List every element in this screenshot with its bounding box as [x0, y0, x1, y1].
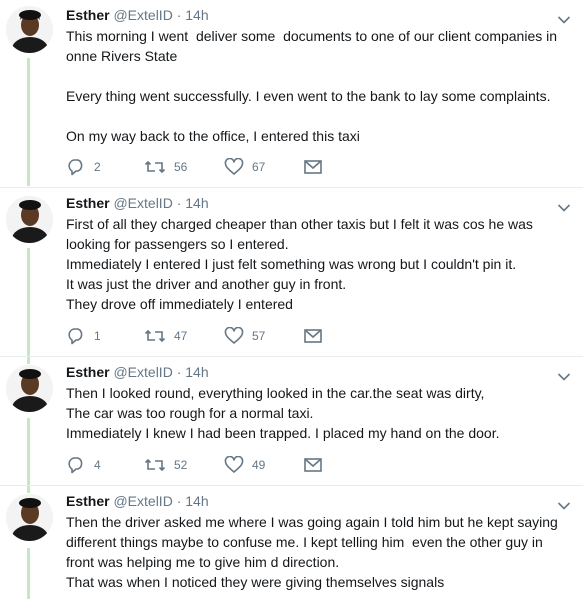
message-button[interactable] — [304, 160, 384, 174]
timestamp[interactable]: 14h — [185, 7, 208, 23]
heart-icon — [224, 327, 244, 345]
tweet-paragraph: On my way back to the office, I entered … — [66, 128, 360, 144]
avatar[interactable] — [6, 494, 53, 541]
author-handle[interactable]: @ExtelID — [113, 364, 172, 380]
tweet-header: Esther @ExtelID · 14h — [66, 363, 209, 381]
reply-count: 2 — [94, 160, 101, 174]
tweet-text: Then the driver asked me where I was goi… — [66, 512, 566, 592]
timestamp[interactable]: 14h — [185, 364, 208, 380]
tweet-thread: Esther @ExtelID · 14h This morning I wen… — [0, 0, 583, 599]
reply-icon — [66, 456, 86, 474]
envelope-icon — [304, 458, 322, 472]
tweet[interactable]: Esther @ExtelID · 14h Then I looked roun… — [0, 357, 583, 485]
author-name[interactable]: Esther — [66, 493, 110, 509]
reply-button[interactable]: 2 — [66, 158, 146, 176]
reply-icon — [66, 327, 86, 345]
retweet-count: 56 — [174, 160, 188, 174]
chevron-down-icon[interactable] — [557, 200, 571, 212]
chevron-down-icon[interactable] — [557, 12, 571, 24]
like-button[interactable]: 57 — [224, 327, 304, 345]
tweet-text: Then I looked round, everything looked i… — [66, 383, 566, 443]
envelope-icon — [304, 329, 322, 343]
tweet[interactable]: Esther @ExtelID · 14h First of all they … — [0, 188, 583, 356]
author-name[interactable]: Esther — [66, 364, 110, 380]
tweet-header: Esther @ExtelID · 14h — [66, 6, 209, 24]
author-handle[interactable]: @ExtelID — [113, 7, 172, 23]
retweet-button[interactable]: 52 — [144, 456, 224, 474]
like-count: 67 — [252, 160, 266, 174]
tweet-actions: 4 52 49 — [66, 455, 384, 475]
separator-dot: · — [176, 493, 182, 509]
reply-button[interactable]: 1 — [66, 327, 146, 345]
separator-dot: · — [176, 7, 182, 23]
retweet-icon — [144, 327, 166, 345]
tweet-text: This morning I went deliver some documen… — [66, 26, 566, 146]
separator-dot: · — [176, 364, 182, 380]
tweet-paragraph: Then the driver asked me where I was goi… — [66, 514, 558, 590]
retweet-count: 52 — [174, 458, 188, 472]
tweet[interactable]: Esther @ExtelID · 14h Then the driver as… — [0, 486, 583, 599]
avatar[interactable] — [6, 365, 53, 412]
tweet-paragraph: First of all they charged cheaper than o… — [66, 216, 533, 312]
envelope-icon — [304, 160, 322, 174]
retweet-icon — [144, 158, 166, 176]
retweet-button[interactable]: 47 — [144, 327, 224, 345]
timestamp[interactable]: 14h — [185, 493, 208, 509]
tweet-text: First of all they charged cheaper than o… — [66, 214, 566, 314]
retweet-button[interactable]: 56 — [144, 158, 224, 176]
heart-icon — [224, 158, 244, 176]
tweet[interactable]: Esther @ExtelID · 14h This morning I wen… — [0, 0, 583, 186]
tweet-paragraph: Every thing went successfully. I even we… — [66, 88, 551, 104]
chevron-down-icon[interactable] — [557, 369, 571, 381]
author-name[interactable]: Esther — [66, 195, 110, 211]
retweet-icon — [144, 456, 166, 474]
tweet-actions: 2 56 67 — [66, 157, 384, 177]
separator-dot: · — [176, 195, 182, 211]
message-button[interactable] — [304, 458, 384, 472]
author-handle[interactable]: @ExtelID — [113, 493, 172, 509]
reply-icon — [66, 158, 86, 176]
author-name[interactable]: Esther — [66, 7, 110, 23]
tweet-actions: 1 47 57 — [66, 326, 384, 346]
tweet-header: Esther @ExtelID · 14h — [66, 194, 209, 212]
reply-button[interactable]: 4 — [66, 456, 146, 474]
reply-count: 1 — [94, 329, 101, 343]
like-button[interactable]: 49 — [224, 456, 304, 474]
tweet-paragraph: This morning I went deliver some documen… — [66, 28, 558, 64]
tweet-paragraph: Then I looked round, everything looked i… — [66, 385, 500, 441]
message-button[interactable] — [304, 329, 384, 343]
reply-count: 4 — [94, 458, 101, 472]
timestamp[interactable]: 14h — [185, 195, 208, 211]
like-count: 57 — [252, 329, 266, 343]
chevron-down-icon[interactable] — [557, 498, 571, 510]
like-count: 49 — [252, 458, 266, 472]
avatar[interactable] — [6, 6, 53, 53]
author-handle[interactable]: @ExtelID — [113, 195, 172, 211]
heart-icon — [224, 456, 244, 474]
like-button[interactable]: 67 — [224, 158, 304, 176]
retweet-count: 47 — [174, 329, 188, 343]
avatar[interactable] — [6, 196, 53, 243]
tweet-header: Esther @ExtelID · 14h — [66, 492, 209, 510]
